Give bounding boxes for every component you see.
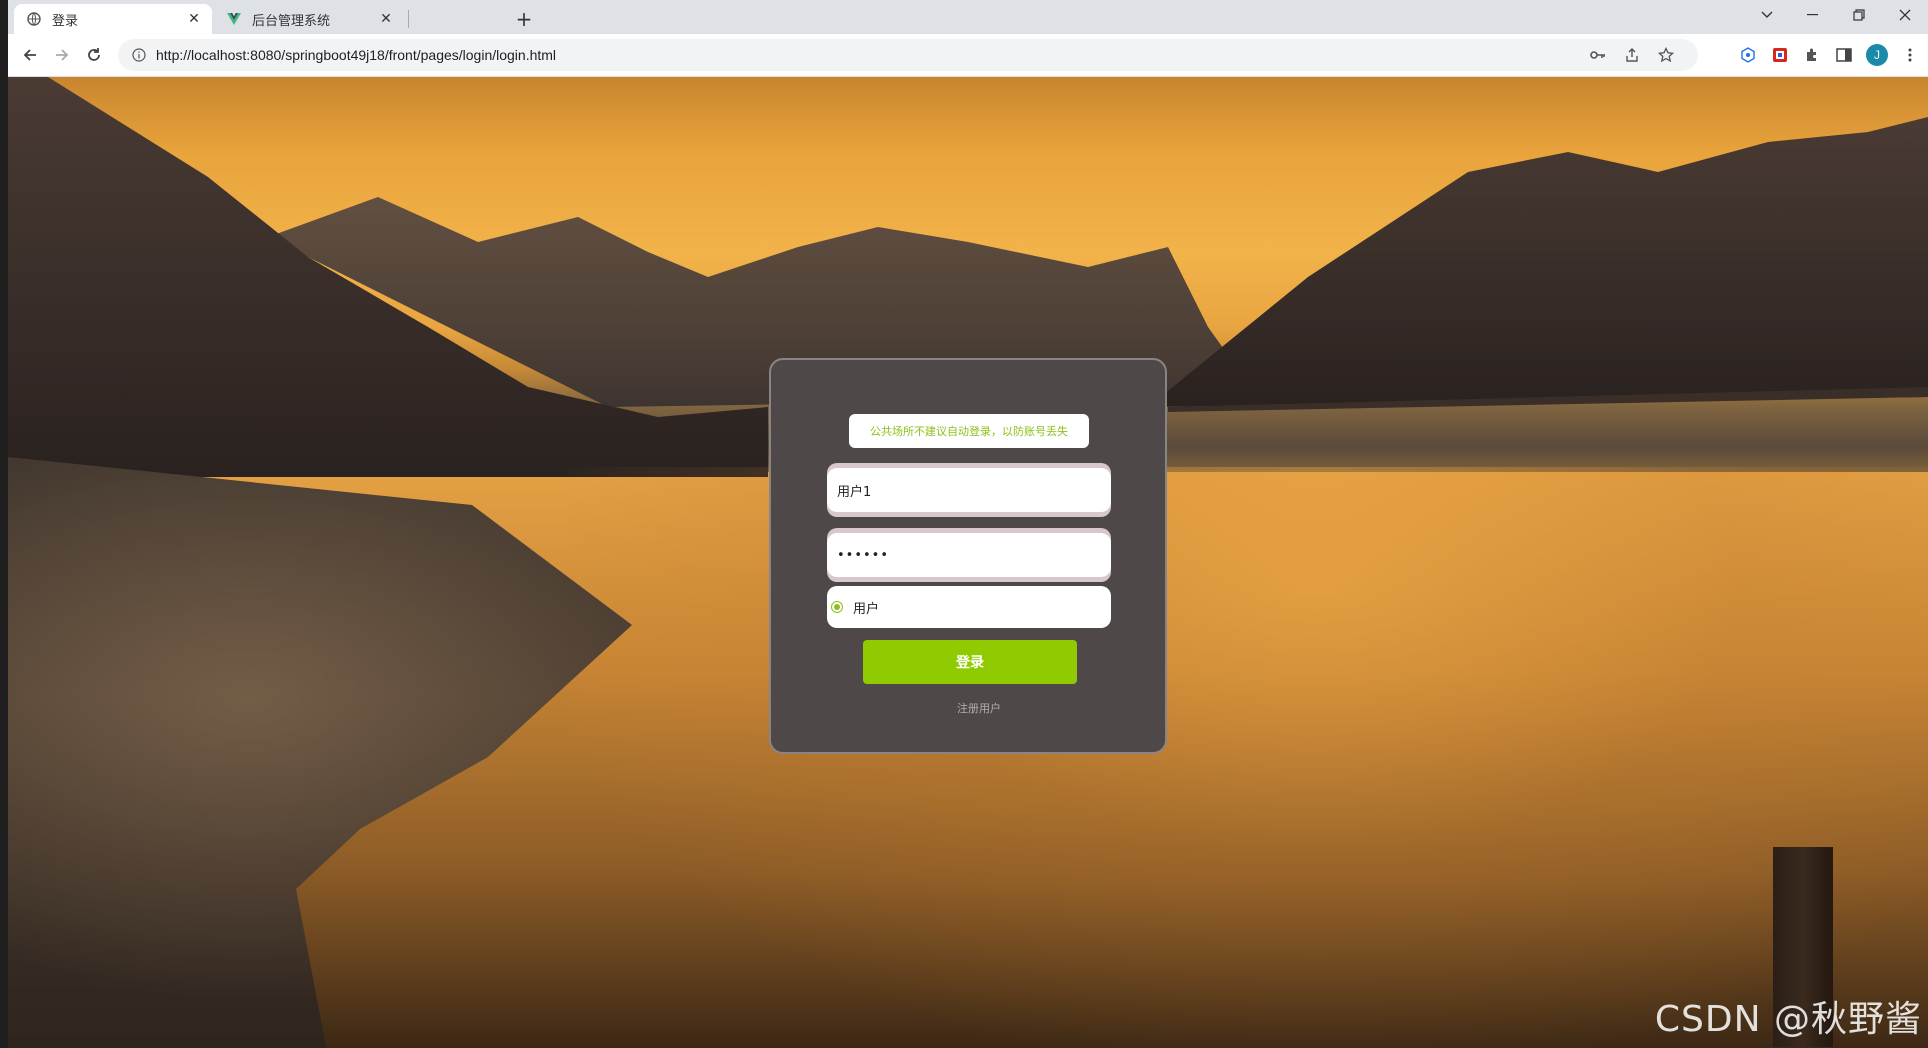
- close-tab-icon[interactable]: ✕: [184, 9, 204, 29]
- role-radio-group: 用户: [827, 586, 1111, 628]
- role-label: 用户: [853, 601, 880, 617]
- globe-icon: [26, 11, 42, 27]
- back-icon[interactable]: [16, 41, 44, 69]
- tab-title: 后台管理系统: [252, 13, 331, 29]
- url-text: http://localhost:8080/springboot49j18/fr…: [156, 47, 557, 63]
- username-input[interactable]: 用户1: [827, 468, 1111, 512]
- password-input[interactable]: ••••••: [827, 533, 1111, 577]
- side-panel-icon[interactable]: [1834, 45, 1854, 65]
- bookmark-star-icon[interactable]: [1656, 45, 1676, 65]
- tab-search-icon[interactable]: [1744, 0, 1790, 30]
- tab-strip: 登录 ✕ 后台管理系统 ✕ +: [8, 0, 1928, 34]
- browser-window: 登录 ✕ 后台管理系统 ✕ + http://localhost:8080/sp…: [8, 0, 1928, 1048]
- tab-login[interactable]: 登录 ✕: [14, 4, 212, 34]
- close-window-icon[interactable]: [1882, 0, 1928, 30]
- extensions-puzzle-icon[interactable]: [1802, 45, 1822, 65]
- browser-toolbar: http://localhost:8080/springboot49j18/fr…: [8, 34, 1928, 77]
- share-icon[interactable]: [1622, 45, 1642, 65]
- login-notice: 公共场所不建议自动登录，以防账号丢失: [849, 414, 1089, 448]
- reload-icon[interactable]: [80, 41, 108, 69]
- address-bar[interactable]: http://localhost:8080/springboot49j18/fr…: [118, 39, 1698, 71]
- vue-logo-icon: [226, 11, 242, 27]
- login-button[interactable]: 登录: [863, 640, 1077, 684]
- info-icon[interactable]: [130, 46, 148, 64]
- login-panel: 公共场所不建议自动登录，以防账号丢失 用户1 •••••• 用户 登录 注册用户: [769, 358, 1167, 754]
- tab-admin[interactable]: 后台管理系统 ✕: [214, 4, 404, 34]
- role-radio-user[interactable]: [831, 601, 843, 613]
- close-tab-icon[interactable]: ✕: [376, 9, 396, 29]
- key-icon[interactable]: [1588, 45, 1608, 65]
- profile-avatar[interactable]: J: [1866, 44, 1888, 66]
- register-link[interactable]: 注册用户: [771, 700, 1169, 716]
- minimize-icon[interactable]: [1790, 0, 1836, 30]
- restore-icon[interactable]: [1836, 0, 1882, 30]
- more-menu-icon[interactable]: [1900, 45, 1920, 65]
- page-viewport: 公共场所不建议自动登录，以防账号丢失 用户1 •••••• 用户 登录 注册用户…: [8, 77, 1928, 1048]
- radio-selected-dot: [834, 604, 840, 610]
- tab-separator: [408, 10, 409, 28]
- tab-title: 登录: [52, 13, 79, 29]
- new-tab-button[interactable]: +: [510, 6, 538, 32]
- extension-gear-icon[interactable]: [1738, 45, 1758, 65]
- pdf-extension-icon[interactable]: [1770, 45, 1790, 65]
- forward-icon[interactable]: [48, 41, 76, 69]
- csdn-watermark: CSDN @秋野酱: [1654, 999, 1922, 1040]
